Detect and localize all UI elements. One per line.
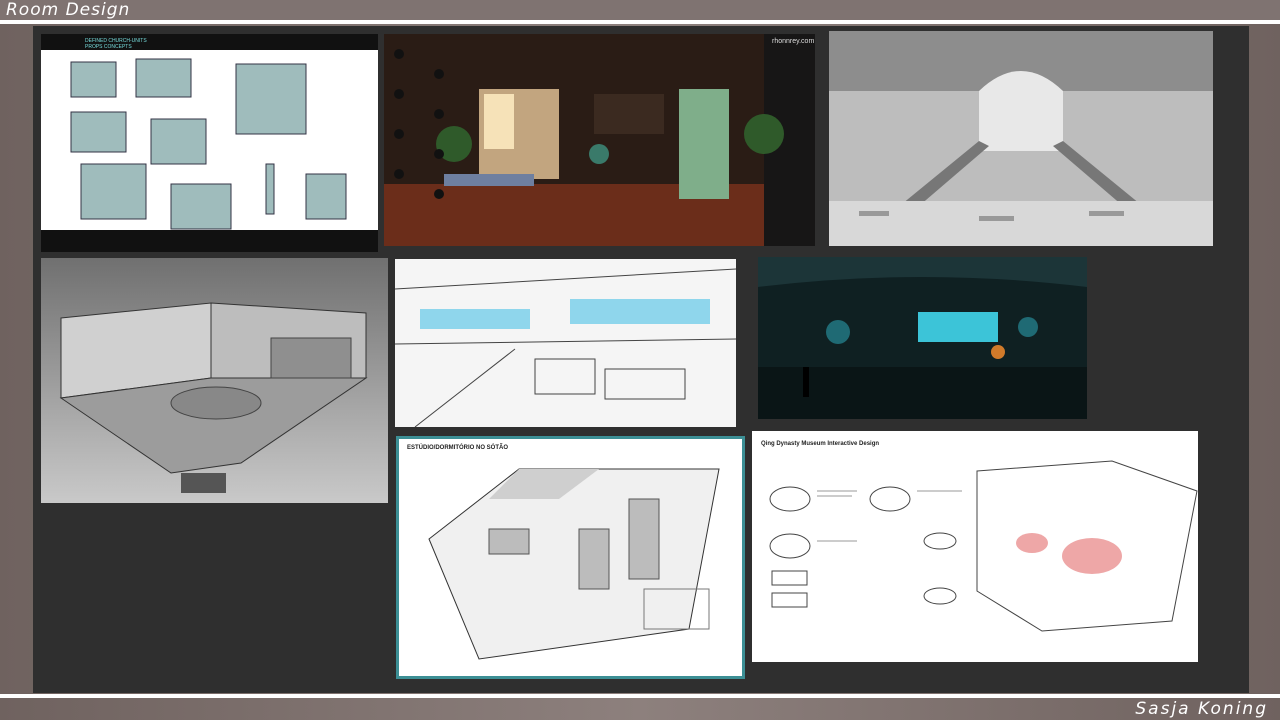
bottom-divider — [0, 694, 1280, 698]
attic-studio-sheet: ESTÚDIO/DORMITÓRIO NO SÓTÃO — [396, 436, 745, 679]
submarine-hall-illustration — [758, 257, 1087, 419]
header-bar — [0, 0, 1280, 20]
diner-sketch — [395, 259, 736, 427]
building-props-sheet: DEFINED CHURCH-UNITS PROPS CONCEPTS — [41, 34, 378, 252]
sheet-subcaption: PROPS CONCEPTS — [85, 44, 132, 50]
museum-design-illustration — [752, 431, 1198, 662]
isometric-bedroom — [41, 258, 388, 503]
kitchen-watermark: rhonnrey.com — [772, 38, 815, 45]
moodboard: DEFINED CHURCH-UNITS PROPS CONCEPTS rhon… — [33, 26, 1249, 693]
kitchen-illustration — [384, 34, 815, 246]
building-props-illustration — [41, 34, 378, 252]
museum-sheet-heading: Qing Dynasty Museum Interactive Design — [761, 441, 880, 447]
submarine-hall — [758, 257, 1087, 419]
kitchen-scene: rhonnrey.com — [384, 34, 815, 246]
attic-studio-illustration — [399, 439, 742, 676]
grand-hall-illustration — [829, 31, 1213, 246]
grand-hall-sketch — [829, 31, 1213, 246]
museum-design-sheet: Qing Dynasty Museum Interactive Design — [752, 431, 1198, 662]
diner-illustration — [395, 259, 736, 427]
page-title: Room Design — [6, 0, 131, 20]
attic-sheet-heading: ESTÚDIO/DORMITÓRIO NO SÓTÃO — [407, 445, 509, 451]
top-divider — [0, 20, 1280, 24]
author-name: Sasja Koning — [1135, 699, 1268, 719]
isometric-bedroom-illustration — [41, 258, 388, 503]
